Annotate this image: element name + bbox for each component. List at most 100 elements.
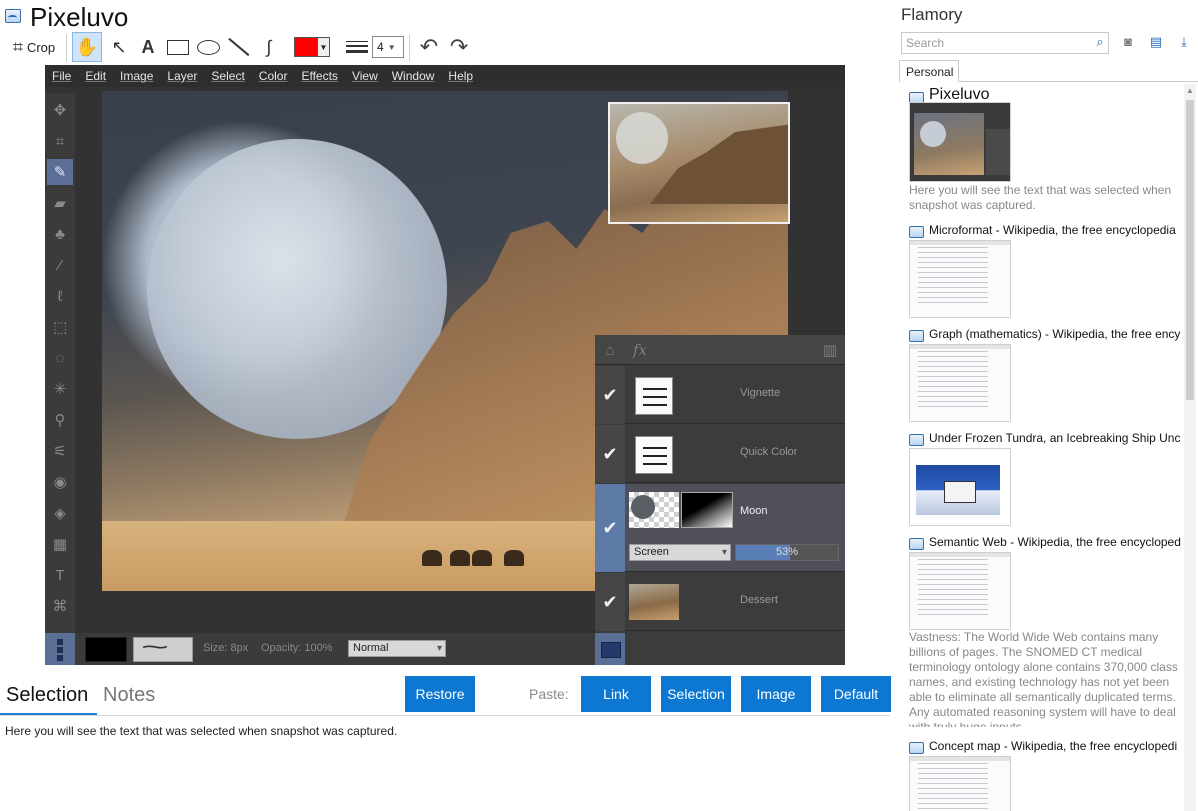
slider-bar: [643, 388, 667, 390]
checkmark-icon: ✔: [595, 573, 625, 631]
chevron-down-icon[interactable]: ▼: [318, 37, 330, 57]
opacity-value: 53%: [775, 546, 799, 558]
chevron-down-icon: ▼: [387, 42, 396, 52]
scroll-up-icon[interactable]: ▲: [1186, 86, 1194, 95]
text-tool-button[interactable]: A: [135, 32, 161, 62]
camel-silhouettes: [422, 536, 542, 566]
foreground-color-swatch: [85, 637, 127, 662]
text-icon: A: [141, 36, 155, 57]
tab-personal[interactable]: Personal: [899, 60, 959, 82]
color-picker[interactable]: ▼: [292, 32, 332, 62]
dodge-tool-icon: ⚲: [54, 412, 66, 429]
line-icon: [228, 38, 250, 56]
paste-link-button[interactable]: Link: [581, 676, 651, 712]
menu-item-help: Help: [448, 69, 474, 83]
layer-name: Moon: [740, 505, 768, 517]
hand-tool-button[interactable]: ✋: [72, 32, 102, 62]
menu-item-select: Select: [211, 69, 245, 83]
slider-bar: [643, 447, 667, 449]
drag-handle-icon: [45, 633, 75, 665]
line-size-select[interactable]: 4 ▼: [372, 32, 404, 62]
snapshot-entry[interactable]: Graph (mathematics) - Wikipedia, the fre…: [909, 326, 1181, 426]
redo-icon: ↷: [449, 34, 469, 59]
camera-icon[interactable]: ◙: [1120, 34, 1136, 50]
color-swatch: [294, 37, 318, 57]
menu-item-edit: Edit: [85, 69, 107, 83]
ellipse-tool-button[interactable]: [195, 32, 221, 62]
thumbnail-panel: [986, 129, 1010, 175]
pointer-tool-button[interactable]: ↖: [106, 32, 132, 62]
snapshot-tool-palette: ✥ ⌗ ✎ ▰ ♣ ⁄ ℓ ⬚ ◌ ✳ ⚲ ⚟ ◉ ◈ ▦ T ⌘: [45, 93, 75, 633]
checkmark-icon: ✔: [595, 425, 625, 483]
sidebar-scrollbar[interactable]: ▲: [1184, 84, 1196, 811]
snapshot-entry[interactable]: Under Frozen Tundra, an Icebreaking Ship…: [909, 430, 1181, 530]
camel: [450, 550, 470, 566]
rectangle-tool-button[interactable]: [165, 32, 191, 62]
page-icon: [909, 330, 924, 342]
desert-layer-thumbnail: [629, 584, 679, 620]
ellipse-select-tool-icon: ◌: [55, 349, 65, 367]
snapshot-entry[interactable]: Semantic Web - Wikipedia, the free encyc…: [909, 534, 1181, 734]
freehand-tool-button[interactable]: ∫: [256, 32, 282, 62]
app-logo-icon: [5, 9, 21, 23]
page-icon: [909, 742, 924, 754]
tab-notes[interactable]: Notes: [103, 676, 155, 714]
tab-divider: [0, 715, 890, 716]
crop-tool-icon: ⌗: [55, 132, 65, 150]
snapshot-entry[interactable]: Pixeluvo Here you will see the text that…: [909, 86, 1181, 216]
flamory-sidebar: Flamory Search ⌕ ◙ ▤ ⤓ Personal ▲ Pixelu…: [898, 0, 1198, 811]
dot: [57, 639, 63, 645]
entry-title: Semantic Web - Wikipedia, the free encyc…: [929, 535, 1181, 549]
annotation-toolbar: ⌗ Crop ✋ ↖ A ∫ ▼ 4 ▼ ↶ ↷: [0, 32, 890, 64]
slider-bar: [643, 396, 667, 398]
brush-size-text: Size: 8px: [203, 642, 249, 654]
snapshot-image[interactable]: File Edit Image Layer Select Color Effects View…: [45, 65, 845, 665]
line-tool-button[interactable]: [226, 32, 252, 62]
paste-selection-button[interactable]: Selection: [661, 676, 731, 712]
freehand-icon: ∫: [266, 36, 272, 57]
crop-button[interactable]: ⌗ Crop: [6, 32, 62, 62]
entry-thumbnail: [909, 102, 1011, 182]
scrollbar-thumb[interactable]: [1186, 100, 1194, 400]
add-layer-icon: ⌂: [605, 341, 615, 359]
paste-default-button[interactable]: Default: [821, 676, 891, 712]
app-title: Pixeluvo: [30, 2, 129, 32]
navigator-cliff: [650, 124, 788, 204]
page-icon: [909, 434, 924, 446]
line-width-button[interactable]: [344, 32, 370, 62]
layer-row-moon: ✔ Moon Screen 53%: [595, 484, 845, 572]
search-input[interactable]: Search: [901, 32, 1109, 54]
download-icon[interactable]: ⤓: [1176, 34, 1192, 50]
navigator-moon: [616, 112, 668, 164]
tab-divider: [959, 81, 1198, 82]
snapshot-entry[interactable]: Microformat - Wikipedia, the free encycl…: [909, 222, 1181, 322]
blend-mode-select: Screen: [629, 544, 731, 561]
paste-label: Paste:: [529, 686, 569, 702]
layer-row-quick-color: ✔ Quick Color: [595, 425, 845, 483]
move-tool-icon: ✥: [53, 102, 67, 119]
redo-button[interactable]: ↷: [446, 32, 472, 62]
document-icon[interactable]: ▤: [1148, 34, 1164, 50]
slider-bar: [643, 463, 667, 465]
hand-icon: ✋: [75, 36, 99, 57]
entry-title: Under Frozen Tundra, an Icebreaking Ship…: [929, 431, 1181, 445]
layer-opacity-slider: 53%: [735, 544, 839, 561]
line-width-icon-bar: [346, 50, 368, 53]
gradient-brush-tool-icon: ⚟: [53, 443, 67, 460]
perspective-tool-icon: ⌘: [52, 598, 68, 615]
magic-wand-tool-icon: ✳: [53, 381, 67, 398]
menu-item-layer: Layer: [167, 69, 198, 83]
restore-button[interactable]: Restore: [405, 676, 475, 712]
sidebar-title: Flamory: [901, 5, 963, 24]
menu-item-color: Color: [258, 69, 288, 83]
type-tool-icon: T: [55, 566, 65, 584]
undo-button[interactable]: ↶: [416, 32, 442, 62]
tab-selection[interactable]: Selection: [6, 676, 88, 714]
rect-select-tool-icon: ⬚: [52, 319, 68, 336]
toolbar-divider: [409, 34, 410, 62]
search-icon[interactable]: ⌕: [1092, 34, 1108, 50]
adjustment-layer-thumbnail: [635, 377, 673, 415]
paste-image-button[interactable]: Image: [741, 676, 811, 712]
snapshot-entry[interactable]: Concept map - Wikipedia, the free encycl…: [909, 738, 1181, 811]
checkmark-icon: ✔: [595, 366, 625, 424]
